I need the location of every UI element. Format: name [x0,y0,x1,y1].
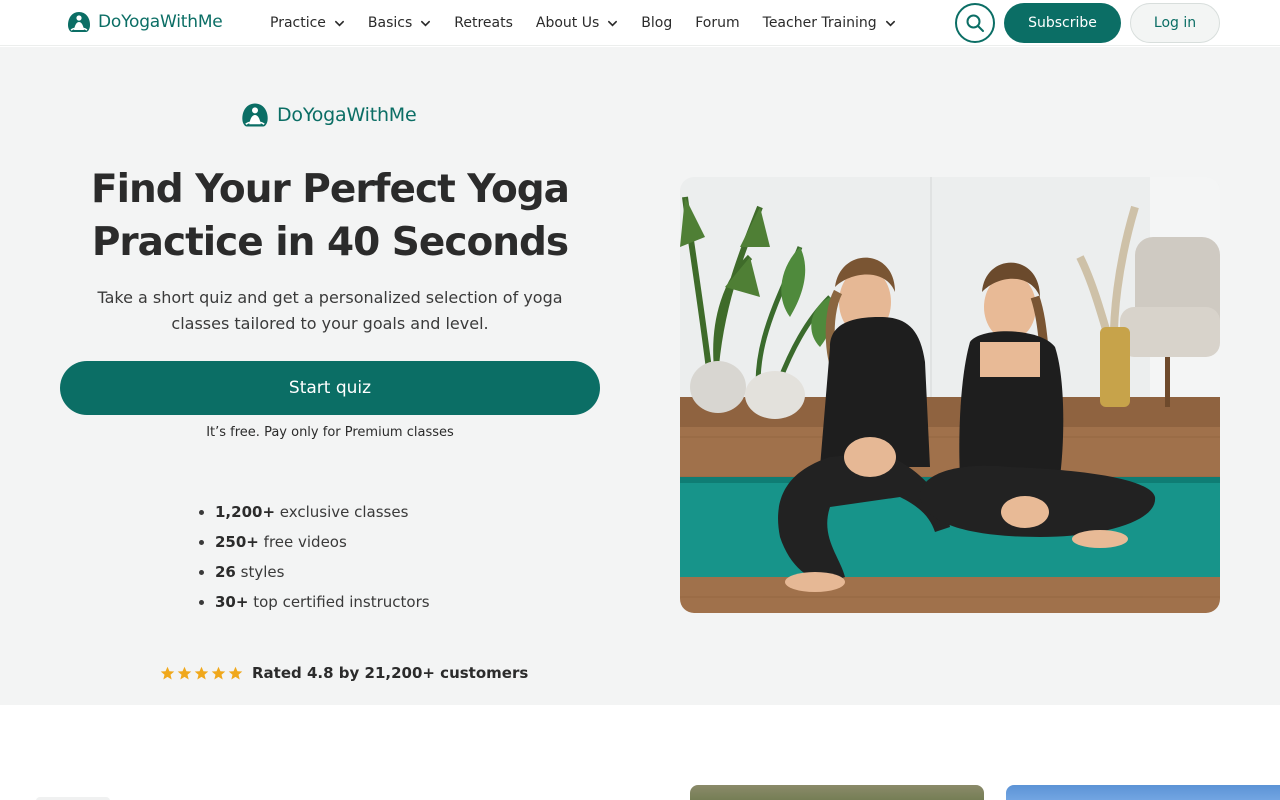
nav-item-blog[interactable]: Blog [641,15,672,31]
nav-label: Teacher Training [762,15,877,31]
star-icon [194,666,209,679]
card-thumbnail[interactable] [1006,785,1280,800]
lotus-logo-icon [68,12,90,32]
nav-item-retreats[interactable]: Retreats [454,15,513,31]
nav-item-about-us[interactable]: About Us [536,15,618,31]
feature-item: 1,200+ exclusive classes [199,497,478,527]
customer-rating: Rated 4.8 by 21,200+ customers [160,664,528,682]
feature-list-card: 1,200+ exclusive classes 250+ free video… [178,477,478,637]
chevron-down-icon [608,20,618,27]
feature-count: 26 [215,563,236,581]
feature-item: 30+ top certified instructors [199,587,478,617]
nav-label: Practice [270,15,326,31]
top-navigation: DoYogaWithMe Practice Basics Retreats Ab… [0,0,1280,46]
feature-item: 250+ free videos [199,527,478,557]
star-icon [228,666,243,679]
chevron-down-icon [885,20,895,27]
card-thumbnail[interactable] [690,785,984,800]
login-button[interactable]: Log in [1130,3,1220,43]
subscribe-button[interactable]: Subscribe [1004,3,1121,43]
feature-list: 1,200+ exclusive classes 250+ free video… [178,477,478,617]
feature-count: 250+ [215,533,259,551]
feature-text: top certified instructors [248,593,430,611]
feature-text: free videos [258,533,347,551]
pricing-note: It’s free. Pay only for Premium classes [206,425,454,440]
feature-text: exclusive classes [275,503,409,521]
nav-label: Basics [367,15,413,31]
instructors-photo-illustration [680,177,1220,613]
nav-label: Retreats [454,15,513,31]
hero-brand-logo: DoYogaWithMe [240,101,417,129]
lotus-logo-icon [242,103,268,127]
hero-subtitle: Take a short quiz and get a personalized… [97,288,563,333]
hero-section: DoYogaWithMe Find Your Perfect Yoga Prac… [0,47,1280,705]
rating-stars [160,666,245,681]
hero-photo [680,177,1220,613]
rating-text: Rated 4.8 by 21,200+ customers [252,664,529,682]
brand-name: DoYogaWithMe [277,104,417,126]
feature-item: 26 styles [199,557,478,587]
nav-item-basics[interactable]: Basics [368,15,431,31]
feature-count: 30+ [215,593,249,611]
start-quiz-button[interactable]: Start quiz [60,361,600,415]
main-menu: Practice Basics Retreats About Us Blog F… [270,0,919,46]
brand-logo-link[interactable]: DoYogaWithMe [66,10,223,34]
feature-count: 1,200+ [215,503,276,521]
nav-item-forum[interactable]: Forum [695,15,739,31]
nav-item-practice[interactable]: Practice [270,15,345,31]
search-icon [966,14,984,32]
brand-name: DoYogaWithMe [98,12,223,32]
star-icon [211,666,226,679]
hero-title: Find Your Perfect Yoga Practice in 40 Se… [60,163,600,269]
chevron-down-icon [334,20,344,27]
nav-label: About Us [535,15,600,31]
star-icon [160,666,175,679]
hero-title-line-2: Practice in 40 Seconds [91,220,569,265]
search-button[interactable] [955,3,995,43]
nav-label: Blog [641,15,673,31]
star-icon [177,666,192,679]
hero-title-line-1: Find Your Perfect Yoga [90,167,570,212]
chevron-down-icon [421,20,431,27]
nav-label: Forum [695,15,740,31]
feature-text: styles [235,563,285,581]
nav-item-teacher-training[interactable]: Teacher Training [763,15,896,31]
